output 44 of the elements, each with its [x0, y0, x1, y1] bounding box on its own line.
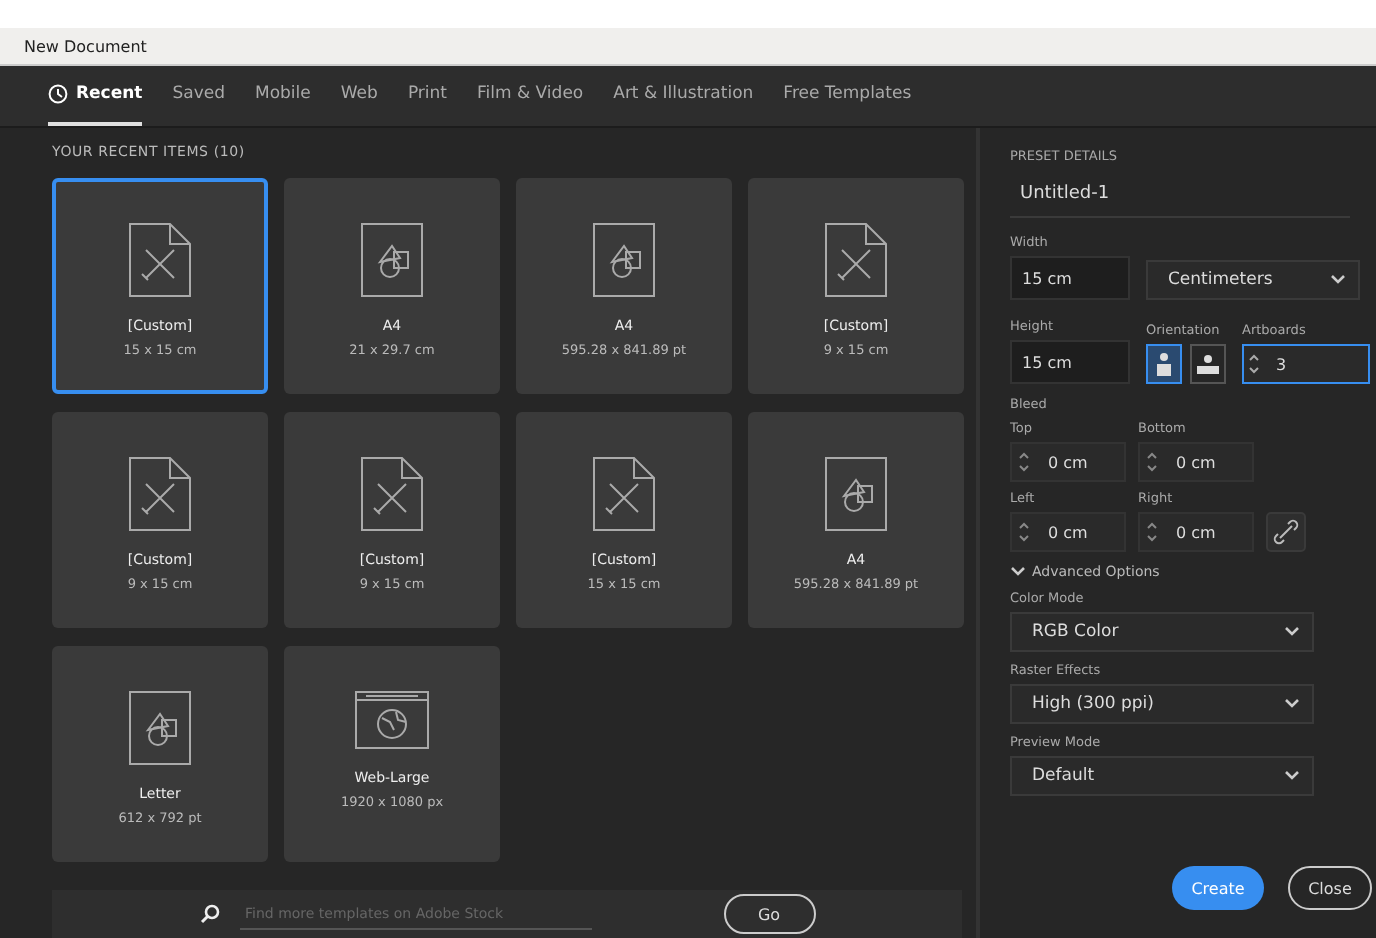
- bleed-stepper[interactable]: 0 cm: [1010, 512, 1126, 552]
- category-tab[interactable]: Web: [340, 66, 378, 126]
- category-tab[interactable]: Art & Illustration: [613, 66, 754, 126]
- document-pencil-icon: [128, 456, 192, 532]
- width-field[interactable]: 15 cm: [1010, 256, 1130, 300]
- go-button[interactable]: Go: [723, 894, 815, 934]
- link-icon[interactable]: [1266, 512, 1306, 552]
- document-pencil-icon: [128, 222, 192, 298]
- option-dropdown[interactable]: Default: [1010, 756, 1314, 796]
- category-tab[interactable]: Film & Video: [477, 66, 584, 126]
- landscape-button[interactable]: [1190, 344, 1226, 384]
- chevron-down-icon: [1330, 274, 1346, 286]
- bleed-stepper[interactable]: 0 cm: [1138, 442, 1254, 482]
- artboards-stepper[interactable]: 3: [1242, 344, 1370, 384]
- document-pencil-icon: [824, 222, 888, 298]
- category-tab[interactable]: Free Templates: [783, 66, 912, 126]
- chevron-down-icon: [1284, 698, 1300, 710]
- window-title: New Document: [24, 37, 147, 55]
- search-icon: [199, 904, 219, 924]
- category-tab[interactable]: Saved: [172, 66, 225, 126]
- close-button[interactable]: Close: [1288, 866, 1372, 910]
- document-shapes-icon: [592, 222, 656, 298]
- option-dropdown[interactable]: RGB Color: [1010, 612, 1314, 652]
- chevron-down-icon: [1284, 770, 1300, 782]
- browser-globe-icon: [354, 690, 430, 750]
- person-icon: [1156, 352, 1172, 376]
- clock-icon: [48, 84, 68, 104]
- option-dropdown[interactable]: High (300 ppi): [1010, 684, 1314, 724]
- category-tab[interactable]: Mobile: [255, 66, 311, 126]
- bleed-stepper[interactable]: 0 cm: [1138, 512, 1254, 552]
- document-pencil-icon: [592, 456, 656, 532]
- document-shapes-icon: [128, 690, 192, 766]
- document-shapes-icon: [824, 456, 888, 532]
- chevron-down-icon: [1010, 566, 1026, 578]
- bleed-stepper[interactable]: 0 cm: [1010, 442, 1126, 482]
- document-pencil-icon: [360, 456, 424, 532]
- height-field[interactable]: 15 cm: [1010, 340, 1130, 384]
- portrait-button[interactable]: [1146, 344, 1182, 384]
- document-shapes-icon: [360, 222, 424, 298]
- chevron-down-icon: [1284, 626, 1300, 638]
- document-name-field[interactable]: Untitled-1: [1010, 172, 1350, 218]
- units-dropdown[interactable]: Centimeters: [1146, 260, 1360, 300]
- category-tab[interactable]: Print: [407, 66, 447, 126]
- person-icon: [1196, 354, 1220, 374]
